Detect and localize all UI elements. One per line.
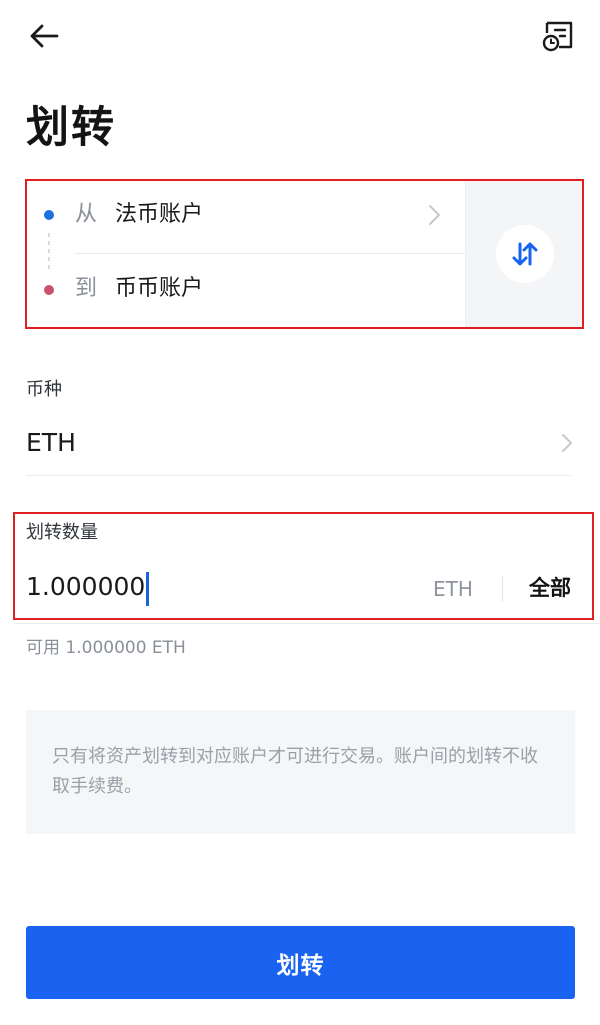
from-account-row[interactable]: 从 法币账户: [27, 181, 465, 253]
to-dot: [44, 285, 54, 295]
amount-label: 划转数量: [26, 522, 98, 543]
swap-button[interactable]: [495, 225, 554, 283]
to-account-name: 币币账户: [115, 276, 204, 301]
notice-box: 只有将资产划转到对应账户才可进行交易。账户间的划转不收取手续费。: [26, 710, 575, 834]
currency-selector[interactable]: ETH: [26, 418, 572, 474]
swap-arrows-icon: [512, 242, 537, 266]
currency-value: ETH: [26, 428, 76, 457]
account-selector: 从 法币账户 到 币币账户: [27, 181, 583, 327]
text-caret: [146, 571, 150, 606]
from-prefix: 从: [75, 202, 98, 227]
currency-label: 币种: [26, 379, 62, 400]
back-button[interactable]: [22, 14, 66, 58]
available-balance: 可用 1.000000 ETH: [26, 638, 186, 658]
to-prefix: 到: [75, 276, 98, 301]
amount-input[interactable]: 1.000000: [26, 564, 424, 610]
transfer-history-icon: [542, 21, 573, 52]
history-button[interactable]: [534, 12, 582, 60]
chevron-right-icon: [429, 205, 440, 225]
amount-unit: ETH: [433, 577, 473, 601]
notice-text: 只有将资产划转到对应账户才可进行交易。账户间的划转不收取手续费。: [52, 746, 538, 797]
amount-value: 1.000000: [26, 572, 146, 601]
transfer-submit-button[interactable]: 划转: [26, 926, 575, 999]
amount-divider: [14, 623, 600, 624]
submit-label: 划转: [276, 952, 325, 979]
currency-divider: [26, 475, 571, 476]
swap-panel: [465, 181, 583, 327]
all-button[interactable]: 全部: [529, 573, 571, 603]
chevron-right-icon: [562, 434, 572, 452]
to-account-row[interactable]: 到 币币账户: [27, 255, 465, 327]
from-dot: [44, 210, 54, 220]
page-title: 划转: [26, 103, 116, 153]
unit-separator: [502, 576, 503, 602]
account-divider: [75, 253, 465, 254]
arrow-left-icon: [30, 24, 59, 48]
from-account-name: 法币账户: [115, 202, 204, 227]
